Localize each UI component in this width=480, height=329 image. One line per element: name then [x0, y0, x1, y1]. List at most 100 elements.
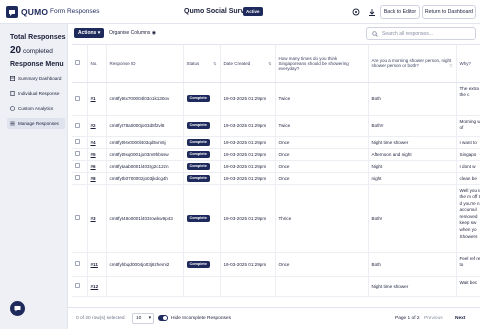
sidebar-item-custom-analytics[interactable]: Custom Analytics: [7, 103, 65, 114]
previous-page-button[interactable]: Previous: [424, 316, 443, 321]
status-cell: Complete: [183, 115, 221, 137]
answer-q2: Both!!: [368, 115, 457, 137]
sidebar-item-individual-response[interactable]: Individual Response: [7, 88, 65, 99]
organise-columns-button[interactable]: Organise Columns ◉: [109, 28, 156, 38]
status-badge: Complete: [186, 174, 210, 182]
chat-icon[interactable]: [10, 301, 25, 316]
sort-icon[interactable]: ⇅: [213, 61, 216, 66]
status-badge: Complete: [186, 95, 210, 102]
app-name: Form Responses: [50, 8, 100, 15]
date-created: 19-03-2025 01:29pm: [220, 148, 276, 161]
download-icon[interactable]: [367, 7, 377, 17]
status-badge: Complete: [186, 162, 210, 170]
answer-q1: Once: [275, 160, 369, 173]
filter-icon[interactable]: ▽: [449, 63, 452, 68]
answer-q2: Night: [368, 160, 457, 173]
chevron-down-icon: ▾: [97, 30, 101, 36]
row-number[interactable]: #3: [87, 184, 107, 253]
row-checkbox[interactable]: [72, 184, 88, 253]
sidebar-item-manage-responses[interactable]: Manage Responses: [7, 118, 65, 129]
back-to-editor-button[interactable]: Back to Editor: [380, 5, 420, 19]
answer-q1: Twice: [275, 82, 369, 116]
row-checkbox[interactable]: [72, 82, 88, 116]
table-row[interactable]: #11 cm8fyhbqd0004jo03j6zhemi2 Complete 19-0…: [72, 252, 480, 277]
answer-q3: Feel ref ready to: [456, 252, 480, 277]
actions-button[interactable]: Actions ▾: [74, 28, 105, 38]
answer-q1: Once: [275, 148, 369, 161]
top-bar: QUMO Form Responses Qumo Social Survey A…: [0, 0, 480, 24]
column-header-q3[interactable]: Why?: [456, 45, 480, 83]
hide-incomplete-toggle[interactable]: [158, 315, 168, 321]
answer-q3: The extra of the c: [456, 82, 480, 116]
table-header-row: No. Response ID Status ⇅ Date Created ⇅ Ho…: [72, 45, 480, 83]
date-created: 19-03-2025 01:29pm: [220, 184, 276, 253]
select-all-checkbox[interactable]: [72, 45, 88, 83]
response-id: cm8fytaab0001l403rg2c12zn: [106, 160, 184, 173]
next-page-button[interactable]: Next: [455, 316, 465, 321]
row-number[interactable]: #8: [87, 172, 107, 185]
table-row[interactable]: #6 cm8fytaab0001l403rg2c12zn Complete 19-03…: [72, 160, 480, 173]
row-number[interactable]: #1: [87, 82, 107, 116]
answer-q2: Both: [368, 252, 457, 277]
row-number[interactable]: #2: [87, 115, 107, 137]
return-to-dashboard-button[interactable]: Return to Dashboard: [422, 5, 476, 19]
row-checkbox[interactable]: [72, 252, 88, 277]
row-number[interactable]: #4: [87, 136, 107, 149]
status-cell: [183, 276, 221, 297]
table-row[interactable]: #5 cm8fyt9xq0001jo03m9hbssw Complete 19-03-…: [72, 148, 480, 161]
table-row[interactable]: #1 cm8fyt6x700004l03o1k130ov Complete 19-03…: [72, 82, 480, 116]
row-checkbox[interactable]: [72, 172, 88, 185]
row-checkbox[interactable]: [72, 160, 88, 173]
row-number[interactable]: #5: [87, 148, 107, 161]
column-header-date-created[interactable]: Date Created ⇅: [220, 45, 276, 83]
answer-q1: Once: [275, 172, 369, 185]
rows-selected-count: 0 of 20 row(s) selected: [76, 316, 125, 321]
answer-q3: I want to: [456, 136, 480, 149]
search-input[interactable]: Search all responses...: [366, 27, 476, 40]
answer-q1: Thrice: [275, 184, 369, 253]
column-header-status[interactable]: Status ⇅: [183, 45, 221, 83]
date-created: 19-03-2025 01:29pm: [220, 136, 276, 149]
answer-q3: Well you in the m off the d you're n acc…: [456, 184, 480, 253]
date-created: 19-03-2025 01:29pm: [220, 82, 276, 116]
table-row[interactable]: #8 cm8fytb0700002jo03jkdcg4h Complete 19-03…: [72, 172, 480, 185]
settings-icon[interactable]: [351, 7, 361, 17]
answer-q3: Singapo: [456, 148, 480, 161]
eye-icon: ◉: [151, 30, 157, 36]
analytics-icon: [10, 106, 15, 111]
column-header-q1[interactable]: How many times do you think Singaporeans…: [275, 45, 369, 83]
row-number[interactable]: #6: [87, 160, 107, 173]
answer-q1: Once: [275, 136, 369, 149]
document-icon: [10, 91, 15, 97]
answer-q2: night: [368, 172, 457, 185]
sidebar-item-summary-dashboard[interactable]: Summary Dashboard: [7, 73, 65, 84]
answer-q3: clean be: [456, 172, 480, 185]
sort-icon[interactable]: ⇅: [268, 61, 271, 66]
table-row[interactable]: #2 cm8fyt78a0000jo03d8f2vl8 Complete 19-03-…: [72, 115, 480, 137]
table-row[interactable]: #12 Night time shower Wait bec: [72, 276, 480, 297]
date-created: 19-03-2025 01:29pm: [220, 172, 276, 185]
status-cell: Complete: [183, 172, 221, 185]
rows-per-page-select[interactable]: 10 ▾: [132, 313, 154, 324]
row-checkbox[interactable]: [72, 136, 88, 149]
status-badge: Complete: [186, 138, 210, 146]
table-row[interactable]: #4 cm8fyt9rx0000l403qd5vm5j Complete 19-03-…: [72, 136, 480, 149]
status-badge: Active: [243, 7, 263, 16]
page-indicator: Page 1 of 2: [395, 316, 420, 321]
total-responses-count: 20 completed: [10, 45, 53, 56]
main-panel: Actions ▾ Organise Columns ◉ Search all …: [68, 24, 480, 329]
row-checkbox[interactable]: [72, 276, 88, 297]
row-number[interactable]: #12: [87, 276, 107, 297]
table-row[interactable]: #3 cm8fyt48o0001l403rowkw9p43 Complete 19-0…: [72, 184, 480, 253]
column-header-q2[interactable]: Are you a morning shower person, night s…: [368, 45, 457, 83]
row-number[interactable]: #11: [87, 252, 107, 277]
answer-q2: Both!: [368, 184, 457, 253]
column-header-no: No.: [87, 45, 107, 83]
response-id: [106, 276, 184, 297]
responses-table: No. Response ID Status ⇅ Date Created ⇅ Ho…: [72, 44, 480, 305]
status-cell: Complete: [183, 148, 221, 161]
row-checkbox[interactable]: [72, 148, 88, 161]
row-checkbox[interactable]: [72, 115, 88, 137]
response-id: cm8fyt6x700004l03o1k130ov: [106, 82, 184, 116]
date-created: [220, 276, 276, 297]
